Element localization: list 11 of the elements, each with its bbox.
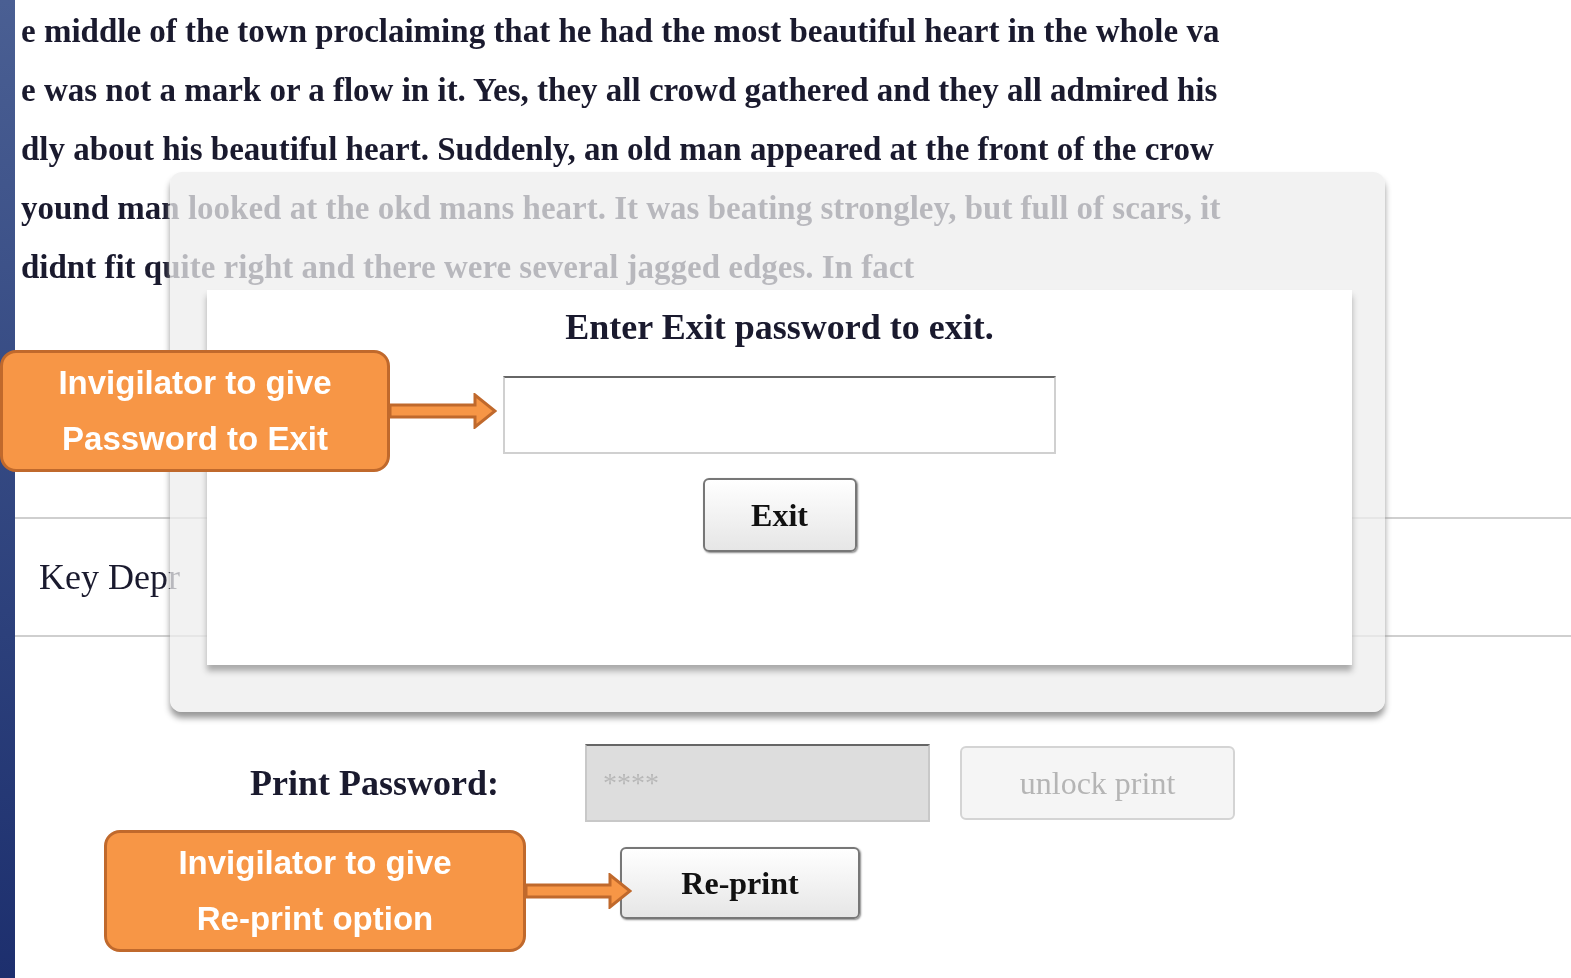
reprint-button[interactable]: Re-print [620,847,860,919]
callout-text: Invigilator to give Re-print option [178,843,452,939]
story-text-line: e middle of the town proclaiming that he had the most beautiful heart in the whole va [21,12,1221,51]
table-cell-text: Key Depr [39,556,180,599]
callout-text: Invigilator to give Password to Exit [58,363,332,459]
exit-password-field[interactable] [503,376,1056,454]
dialog-title: Enter Exit password to exit. [565,306,994,349]
exit-button[interactable]: Exit [702,478,857,552]
print-password-label: Print Password: [250,762,500,805]
story-text-line: dly about his beautiful heart. Suddenly, an old man appeared at the front of the crow [21,130,1215,169]
story-text-line: e was not a mark or a flow in it. Yes, they all crowd gathered and they all admired his [21,71,1219,110]
